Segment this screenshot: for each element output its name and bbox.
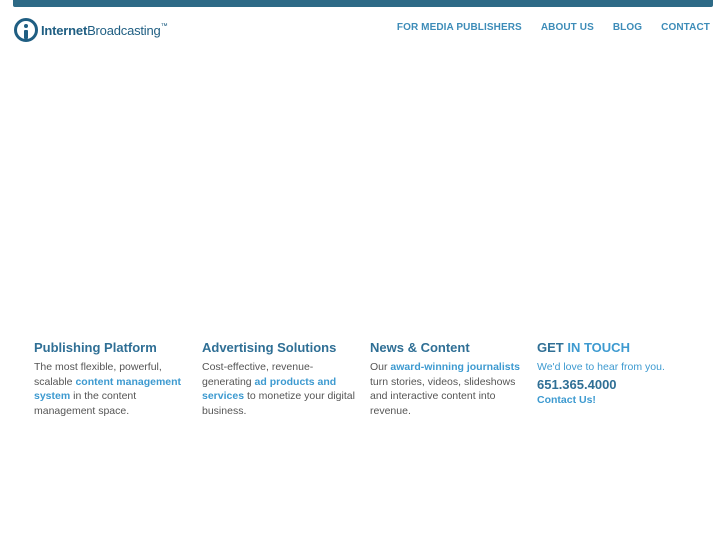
journalists-link[interactable]: award-winning journalists bbox=[390, 361, 520, 373]
touch-title-plain: GET bbox=[537, 340, 564, 355]
logo-text-thin: Broadcasting bbox=[87, 22, 161, 38]
touch-title-accent: IN TOUCH bbox=[567, 340, 630, 355]
news-text-before: Our bbox=[370, 361, 391, 373]
main-nav: FOR MEDIA PUBLISHERS ABOUT US BLOG CONTA… bbox=[378, 22, 710, 33]
touch-title: GET IN TOUCH bbox=[537, 340, 707, 355]
nav-contact[interactable]: CONTACT bbox=[661, 22, 710, 33]
advertising-text: Cost-effective, revenue-generating ad pr… bbox=[202, 360, 362, 418]
advertising-title[interactable]: Advertising Solutions bbox=[202, 340, 362, 355]
nav-blog[interactable]: BLOG bbox=[613, 22, 642, 33]
contact-us-link[interactable]: Contact Us! bbox=[537, 394, 707, 406]
logo-wordmark: InternetBroadcasting™ bbox=[41, 22, 168, 38]
logo-text-bold: Internet bbox=[41, 22, 88, 38]
publishing-title[interactable]: Publishing Platform bbox=[34, 340, 194, 355]
publishing-text: The most flexible, powerful, scalable co… bbox=[34, 360, 194, 418]
publishing-column: Publishing Platform The most flexible, p… bbox=[34, 340, 194, 418]
site-logo[interactable]: InternetBroadcasting™ bbox=[14, 17, 168, 43]
advertising-column: Advertising Solutions Cost-effective, re… bbox=[202, 340, 362, 418]
phone-number[interactable]: 651.365.4000 bbox=[537, 377, 707, 392]
news-text: Our award-winning journalists turn stori… bbox=[370, 360, 520, 418]
news-title[interactable]: News & Content bbox=[370, 340, 520, 355]
nav-media-publishers[interactable]: FOR MEDIA PUBLISHERS bbox=[397, 22, 522, 33]
logo-i-icon bbox=[14, 18, 38, 42]
news-column: News & Content Our award-winning journal… bbox=[370, 340, 520, 418]
nav-about-us[interactable]: ABOUT US bbox=[541, 22, 594, 33]
logo-trademark: ™ bbox=[160, 22, 168, 30]
touch-text: We'd love to hear from you. bbox=[537, 361, 665, 373]
touch-column: GET IN TOUCH We'd love to hear from you.… bbox=[537, 340, 707, 406]
news-text-after: turn stories, videos, slideshows and int… bbox=[370, 375, 516, 417]
top-bar bbox=[13, 0, 713, 7]
